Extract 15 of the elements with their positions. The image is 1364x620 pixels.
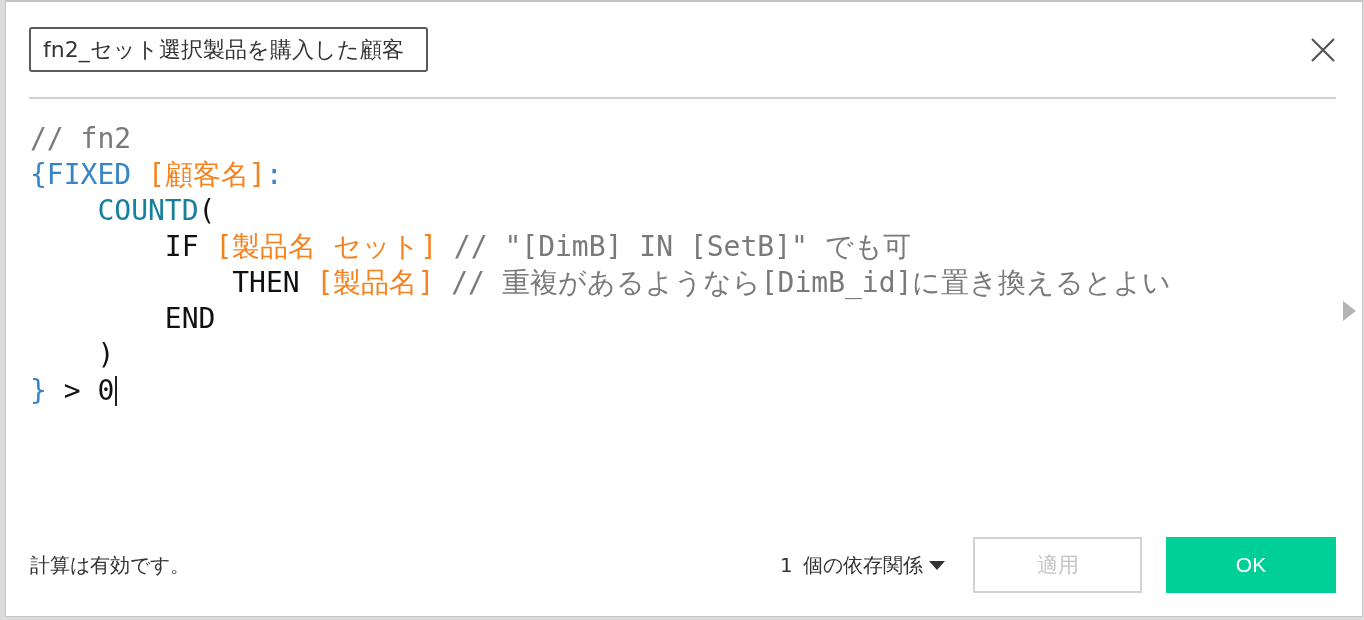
- code-line: ): [97, 337, 115, 373]
- code-editor[interactable]: // fn2 {FIXED [顧客名]: COUNTD( IF [製品名 セット] // "[DimB] IN [SetB]" でも可 THEN [製品名] // 重複があるようなら[DimB_id]に置き換えるとよい END ) } > 0: [29, 121, 1336, 537]
- caret-down-icon: [929, 560, 945, 570]
- status-text: 計算は有効です。: [29, 551, 190, 579]
- title-field[interactable]: fn2_セット選択製品を購入した顧客: [29, 27, 428, 72]
- dependencies-dropdown[interactable]: 1 個の依存関係: [779, 551, 945, 579]
- code-line: IF [製品名 セット] // "[DimB] IN [SetB]" でも可: [164, 229, 911, 265]
- close-icon: [1311, 37, 1335, 62]
- code-line: {FIXED [顧客名]:: [30, 157, 283, 193]
- code-line: // fn2: [30, 121, 132, 157]
- code-line: COUNTD(: [97, 193, 216, 229]
- close-button[interactable]: [1311, 37, 1335, 62]
- code-line: END: [164, 301, 216, 337]
- code-line: THEN [製品名] // 重複があるようなら[DimB_id]に置き換えるとよい: [232, 265, 1172, 301]
- code-line: } > 0: [30, 373, 115, 409]
